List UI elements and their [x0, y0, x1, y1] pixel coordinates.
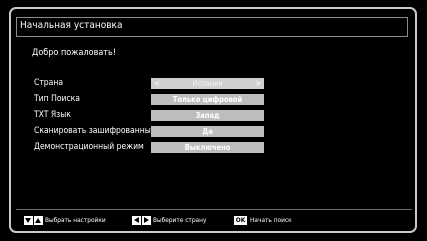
- chevron-left-icon[interactable]: <: [154, 78, 160, 89]
- setting-value-scan-encrypted[interactable]: Да: [151, 126, 264, 137]
- tv-screen: Начальная установка Добро пожаловать! Ст…: [0, 0, 427, 241]
- ok-key-icon: OK: [234, 216, 247, 225]
- left-right-keys: [132, 216, 151, 225]
- setting-value-txt-language[interactable]: Запад: [151, 110, 264, 121]
- chevron-right-icon[interactable]: >: [255, 78, 261, 89]
- page-title: Начальная установка: [20, 20, 123, 31]
- arrow-down-icon: [24, 216, 33, 225]
- setting-label-country: Страна: [34, 78, 64, 88]
- ok-key-wrap: OK: [234, 216, 247, 225]
- arrow-right-icon: [142, 216, 151, 225]
- setting-value-demo-mode[interactable]: Выключено: [151, 142, 264, 153]
- hint-select-settings: Выбрать настройки: [45, 216, 106, 224]
- setting-label-txt-language: TXT Язык: [34, 110, 71, 120]
- up-down-keys: [24, 216, 43, 225]
- setting-value-text: Испания: [192, 79, 223, 88]
- welcome-text: Добро пожаловать!: [32, 48, 117, 58]
- hint-start-search: Начать поиск: [250, 216, 292, 224]
- arrow-left-icon: [132, 216, 141, 225]
- hint-select-country: Выберите страну: [153, 216, 207, 224]
- setting-value-country[interactable]: < Испания >: [151, 78, 264, 89]
- setting-label-search-type: Тип Поиска: [34, 94, 80, 104]
- setting-label-demo-mode: Демонстрационный режим: [34, 142, 144, 152]
- arrow-up-icon: [34, 216, 43, 225]
- footer-divider: [16, 209, 412, 210]
- setting-value-search-type[interactable]: Только цифровой: [151, 94, 264, 105]
